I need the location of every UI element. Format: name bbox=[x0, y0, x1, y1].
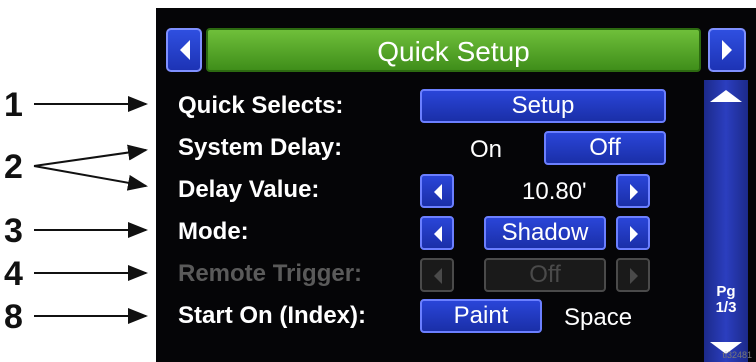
delay-value-display: 10.80' bbox=[522, 178, 587, 205]
mode-next-button[interactable] bbox=[616, 216, 650, 250]
quick-selects-setup-button[interactable]: Setup bbox=[420, 89, 666, 123]
next-screen-button[interactable] bbox=[708, 28, 746, 72]
page-scroll-panel: Pg 1/3 bbox=[704, 80, 748, 362]
callout-arrow-2a bbox=[33, 144, 148, 167]
remote-trigger-prev-button bbox=[420, 258, 454, 292]
mode-value-display: Shadow bbox=[484, 216, 606, 250]
figure-reference: ti32481 bbox=[722, 350, 752, 360]
prev-screen-button[interactable] bbox=[166, 28, 202, 72]
mode-prev-button[interactable] bbox=[420, 216, 454, 250]
device-screen: Quick Setup Quick Selects: Setup System … bbox=[156, 8, 756, 362]
callout-arrows bbox=[33, 96, 148, 324]
left-arrow-icon bbox=[180, 40, 190, 60]
start-on-label: Start On (Index): bbox=[178, 302, 367, 329]
system-delay-label: System Delay: bbox=[178, 134, 343, 161]
delay-value-label: Delay Value: bbox=[178, 176, 320, 203]
right-arrow-icon bbox=[722, 40, 732, 60]
right-arrow-icon bbox=[630, 184, 638, 200]
mode-label: Mode: bbox=[178, 218, 249, 245]
page-indicator-label: Pg bbox=[716, 283, 736, 300]
remote-trigger-label: Remote Trigger: bbox=[178, 260, 363, 287]
system-delay-off-button[interactable]: Off bbox=[544, 131, 666, 165]
right-arrow-icon bbox=[630, 226, 638, 242]
remote-trigger-value-display: Off bbox=[484, 258, 606, 292]
system-delay-on-option[interactable]: On bbox=[470, 136, 502, 164]
start-on-space-option[interactable]: Space bbox=[564, 304, 632, 332]
left-arrow-icon bbox=[434, 268, 442, 284]
left-arrow-icon bbox=[434, 226, 442, 242]
right-arrow-icon bbox=[630, 268, 638, 284]
title-bar: Quick Setup bbox=[206, 28, 701, 72]
scroll-up-icon[interactable] bbox=[704, 86, 748, 106]
start-on-paint-button[interactable]: Paint bbox=[420, 299, 542, 333]
page-indicator: Pg 1/3 bbox=[704, 284, 748, 316]
delay-value-increase-button[interactable] bbox=[616, 174, 650, 208]
page-indicator-value: 1/3 bbox=[715, 299, 737, 316]
quick-selects-label: Quick Selects: bbox=[178, 92, 344, 119]
page-title: Quick Setup bbox=[377, 36, 530, 67]
delay-value-decrease-button[interactable] bbox=[420, 174, 454, 208]
left-arrow-icon bbox=[434, 184, 442, 200]
callout-arrow-2b bbox=[33, 165, 148, 191]
remote-trigger-next-button bbox=[616, 258, 650, 292]
